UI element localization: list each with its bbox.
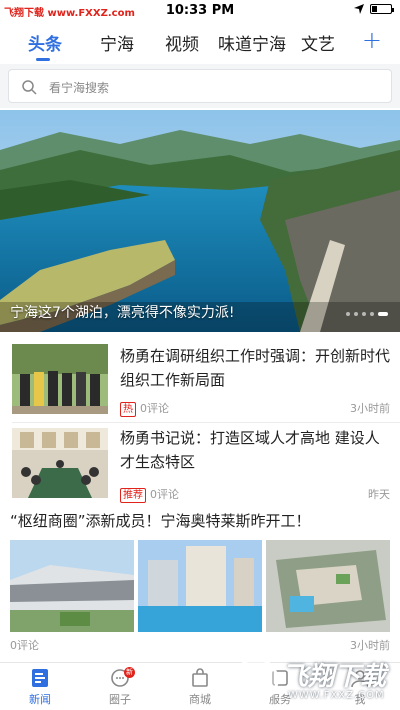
watermark-url: WWW.FXXZ.COM (288, 690, 385, 701)
news-meta: 热 0评论 3小时前 (120, 400, 390, 417)
status-icons (354, 4, 394, 14)
nav-label: 圈子 (109, 693, 131, 706)
banner-carousel[interactable]: 宁海这7个湖泊，漂亮得不像实力派! (0, 110, 400, 332)
nav-label: 商城 (189, 693, 211, 706)
tab-ninghai[interactable]: 宁海 (100, 30, 134, 55)
nav-mall[interactable]: 商城 (170, 667, 230, 707)
news-image (10, 540, 134, 632)
banner-image (0, 110, 400, 332)
news-image (266, 540, 390, 632)
watermark-text: 飞翔下载 (282, 662, 387, 692)
watermark-overlay: 飞翔下载 WWW.FXXZ.COM (232, 652, 400, 710)
shopping-bag-icon (192, 668, 208, 687)
news-thumbnail (12, 428, 108, 498)
divider (12, 422, 400, 423)
news-title: 杨勇书记说：打造区域人才高地 建设人才生态特区 (120, 429, 380, 471)
nav-circle[interactable]: 新 圈子 (90, 667, 150, 707)
search-bar: 看宁海搜索 (0, 64, 400, 108)
news-title: 杨勇在调研组织工作时强调：开创新时代组织工作新局面 (120, 347, 391, 389)
publish-time: 3小时前 (350, 639, 390, 652)
comment-count: 0评论 (140, 402, 169, 415)
watermark-logo-icon (233, 657, 279, 703)
news-meta: 0评论 3小时前 (10, 637, 390, 653)
location-arrow-icon (354, 4, 364, 14)
carousel-dots (346, 312, 388, 316)
nav-label: 新闻 (29, 693, 51, 706)
status-time: 10:33 PM (165, 3, 235, 18)
hot-tag: 热 (120, 401, 136, 417)
tab-headlines[interactable]: 头条 (28, 30, 62, 55)
news-title: “枢纽商圈”添新成员！宁海奥特莱斯昨开工！ (10, 512, 311, 530)
status-bar: 飞翔下载 www.FXXZ.com 10:33 PM (0, 0, 400, 22)
tab-arts[interactable]: 文艺 (301, 30, 335, 55)
comment-count: 0评论 (10, 639, 39, 652)
news-meta: 推荐 0评论 昨天 (120, 486, 390, 503)
tab-taste-ninghai[interactable]: 味道宁海 (218, 30, 286, 55)
publish-time: 昨天 (368, 488, 390, 501)
news-icon (32, 669, 48, 687)
news-thumbnail (12, 344, 108, 414)
add-channel-button[interactable]: + (362, 26, 382, 54)
search-placeholder: 看宁海搜索 (49, 81, 110, 95)
comment-count: 0评论 (150, 488, 179, 501)
nav-news[interactable]: 新闻 (10, 667, 70, 707)
new-badge: 新 (124, 667, 135, 678)
channel-tabs: 头条 宁海 视频 味道宁海 文艺 + (0, 24, 400, 61)
recommended-tag: 推荐 (120, 487, 146, 503)
tab-video[interactable]: 视频 (165, 30, 199, 55)
search-icon (22, 80, 37, 95)
active-tab-indicator (36, 58, 50, 61)
banner-caption: 宁海这7个湖泊，漂亮得不像实力派! (10, 305, 235, 321)
news-image (138, 540, 262, 632)
publish-time: 3小时前 (350, 402, 390, 415)
search-input[interactable]: 看宁海搜索 (8, 69, 392, 103)
battery-icon (370, 4, 394, 14)
